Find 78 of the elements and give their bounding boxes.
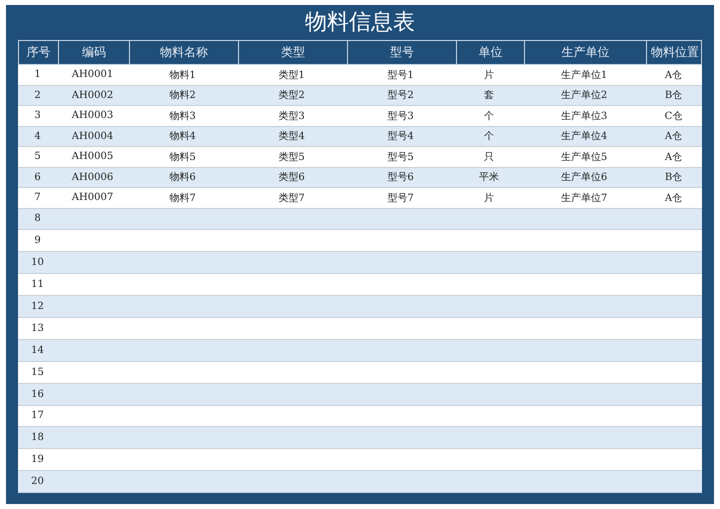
- table-cell-text: 平米: [478, 170, 500, 184]
- table-cell-text: 生产单位6: [560, 170, 608, 184]
- table-cell-text: 11: [30, 279, 45, 290]
- table-cell-text: 6: [33, 172, 42, 183]
- table-cell-text: 类型1: [277, 68, 306, 82]
- table-cell-text: AH0005: [70, 151, 114, 162]
- table-cell-text: A仓: [664, 68, 684, 82]
- table-cell-text: 物料2: [168, 88, 197, 102]
- table-cell-text: 9: [33, 235, 42, 246]
- table-cell-text: 生产单位4: [560, 130, 608, 144]
- table-cell-text: 生产单位3: [560, 110, 608, 123]
- table-cell-text: 16: [30, 388, 45, 400]
- table-cell-text: 19: [30, 454, 45, 466]
- table-cell-text: AH0004: [70, 130, 114, 142]
- table-cell-text: 生产单位5: [560, 150, 608, 164]
- table-cell-text: 型号1: [386, 68, 415, 82]
- table-cell-text: C仓: [664, 110, 684, 123]
- table-cell-text: 生产单位1: [560, 68, 608, 82]
- table-cell-text: 只: [483, 150, 495, 164]
- table-cell-text: AH0002: [70, 90, 114, 101]
- table-cell-text: 8: [33, 213, 42, 224]
- table-cell-text: 物料5: [168, 150, 197, 164]
- table-cell-text: AH0006: [70, 172, 114, 183]
- table-cell-text: 生产单位7: [560, 192, 608, 205]
- table-cell-text: 2: [33, 90, 42, 101]
- table-cell-text: 类型7: [277, 192, 306, 205]
- table-cell-text: 4: [33, 130, 42, 142]
- table-cell-text: 5: [33, 151, 42, 162]
- table-cell-text: B仓: [664, 89, 684, 102]
- table-cell-text: 型号5: [386, 150, 415, 164]
- table-cell-text: 3: [33, 110, 42, 122]
- table-cell-text: 型号6: [386, 170, 415, 184]
- table-cell-text: 10: [30, 257, 45, 268]
- table-cell-text: AH0003: [70, 110, 114, 122]
- table-cell-text: A仓: [664, 150, 684, 164]
- table-cell-text: B仓: [664, 171, 684, 184]
- table-cell-text: 类型4: [277, 130, 306, 144]
- column-header: 序号: [26, 44, 52, 61]
- table-cell-text: 型号2: [386, 88, 415, 102]
- table-cell-text: 12: [30, 301, 45, 312]
- table-cell-text: 型号3: [386, 110, 415, 123]
- table-cell-text: 14: [30, 344, 45, 356]
- table-cell-text: 片: [483, 68, 495, 82]
- table-cell-text: 物料7: [168, 192, 197, 205]
- table-cell-text: 片: [483, 192, 495, 205]
- table-cell-text: A仓: [664, 192, 684, 205]
- column-header: 类型: [238, 41, 347, 64]
- table-cell-text: 20: [30, 476, 45, 488]
- table-cell-text: 1: [33, 69, 42, 80]
- table-cell-text: 个: [483, 130, 495, 144]
- table-cell-text: 18: [30, 432, 45, 444]
- table-cell-text: 类型3: [277, 110, 306, 123]
- table-cell-text: 类型2: [277, 88, 306, 102]
- table-title: 物料信息表: [304, 9, 416, 37]
- table-cell-text: 15: [30, 366, 45, 378]
- column-header: 物料名称: [129, 41, 238, 64]
- table-cell-text: 物料3: [168, 110, 197, 123]
- column-header: 生产单位: [524, 41, 646, 64]
- table-cell-text: AH0007: [70, 192, 114, 204]
- table-cell-text: A仓: [664, 130, 684, 144]
- table-cell-text: AH0001: [70, 69, 114, 80]
- table-cell-text: 物料4: [168, 130, 197, 144]
- table-cell-text: 型号7: [386, 192, 415, 205]
- table-cell-text: 17: [30, 410, 45, 422]
- column-header: 编码: [58, 41, 129, 64]
- column-header: 单位: [456, 41, 524, 64]
- table-cell-text: 个: [483, 110, 495, 123]
- column-header: 型号: [347, 41, 456, 64]
- column-header: 物料位置: [646, 41, 703, 64]
- table-cell-text: 生产单位2: [560, 88, 608, 102]
- table-cell-text: 类型5: [277, 150, 306, 164]
- table-cell-text: 套: [483, 89, 495, 102]
- table-cell-text: 类型6: [277, 170, 306, 184]
- table-cell-text: 物料6: [168, 170, 197, 184]
- table-cell-text: 型号4: [386, 130, 415, 144]
- table-cell-text: 13: [30, 322, 45, 334]
- table-cell-text: 物料1: [168, 68, 197, 82]
- table-cell-text: 7: [33, 192, 42, 204]
